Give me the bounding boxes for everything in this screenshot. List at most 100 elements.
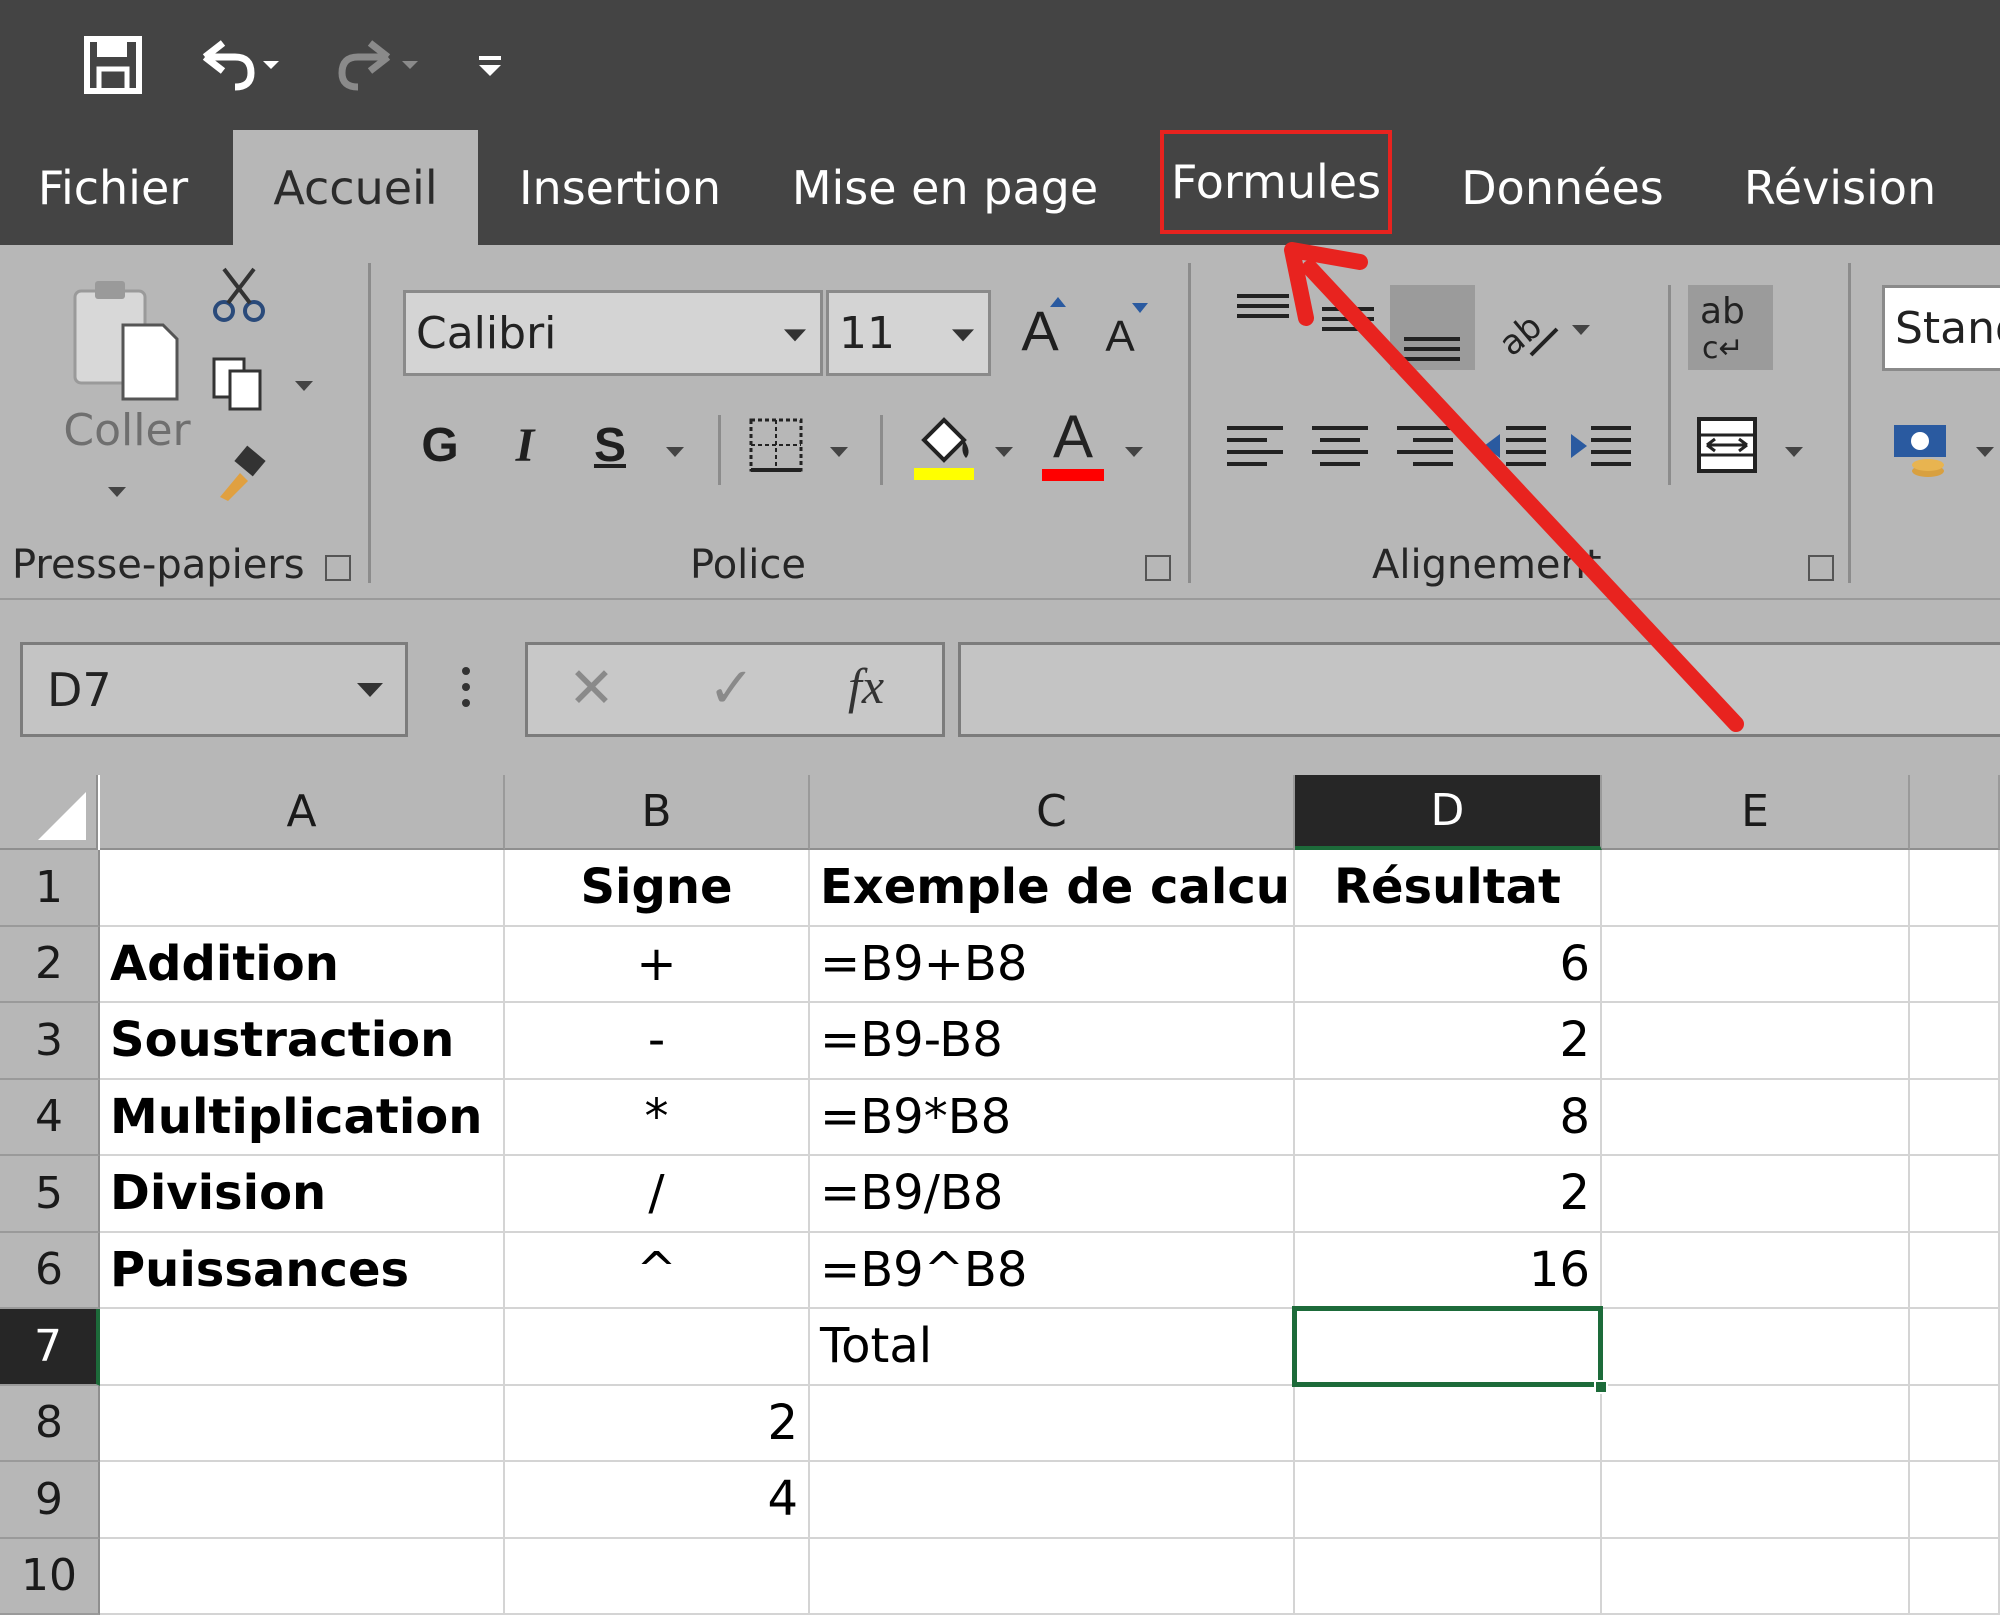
copy-icon[interactable] <box>208 355 268 415</box>
format-painter-icon[interactable] <box>212 445 272 505</box>
cell-f9[interactable] <box>1910 1462 2000 1539</box>
cell-c5[interactable]: =B9/B8 <box>810 1156 1295 1233</box>
cell-d1[interactable]: Résultat <box>1295 850 1602 927</box>
cell-b1[interactable]: Signe <box>505 850 810 927</box>
column-header-f[interactable] <box>1910 775 2000 850</box>
cell-a5[interactable]: Division <box>100 1156 505 1233</box>
cell-c4[interactable]: =B9*B8 <box>810 1080 1295 1157</box>
cell-f3[interactable] <box>1910 1003 2000 1080</box>
cell-e4[interactable] <box>1602 1080 1910 1157</box>
cell-e5[interactable] <box>1602 1156 1910 1233</box>
cell-f6[interactable] <box>1910 1233 2000 1310</box>
align-top-icon[interactable] <box>1235 290 1291 340</box>
alignment-launcher-icon[interactable] <box>1808 555 1834 581</box>
paste-button[interactable]: Coller <box>65 275 185 475</box>
column-header-d[interactable]: D <box>1295 775 1602 850</box>
cell-b3[interactable]: - <box>505 1003 810 1080</box>
cell-c3[interactable]: =B9-B8 <box>810 1003 1295 1080</box>
chevron-down-icon[interactable] <box>952 329 974 341</box>
row-header-9[interactable]: 9 <box>0 1462 100 1539</box>
cell-d3[interactable]: 2 <box>1295 1003 1602 1080</box>
name-box[interactable]: D7 <box>20 642 408 737</box>
cell-d8[interactable] <box>1295 1386 1602 1463</box>
tab-fichier[interactable]: Fichier <box>18 130 208 245</box>
select-all-button[interactable] <box>0 775 98 850</box>
cell-d2[interactable]: 6 <box>1295 927 1602 1004</box>
cell-a4[interactable]: Multiplication <box>100 1080 505 1157</box>
undo-icon[interactable] <box>188 30 288 100</box>
cell-d5[interactable]: 2 <box>1295 1156 1602 1233</box>
decrease-indent-icon[interactable] <box>1480 420 1550 475</box>
tab-formules[interactable]: Formules <box>1160 130 1392 234</box>
chevron-down-icon[interactable] <box>784 329 806 341</box>
cell-b10[interactable] <box>505 1539 810 1615</box>
cancel-icon[interactable]: ✕ <box>568 655 615 721</box>
save-icon[interactable] <box>78 30 148 100</box>
font-launcher-icon[interactable] <box>1145 555 1171 581</box>
underline-button[interactable]: S <box>580 410 640 480</box>
cell-f4[interactable] <box>1910 1080 2000 1157</box>
cell-c7[interactable]: Total <box>810 1309 1295 1386</box>
accounting-format-icon[interactable] <box>1890 415 1960 485</box>
number-format-combo[interactable]: Stand <box>1882 285 2000 371</box>
cell-e1[interactable] <box>1602 850 1910 927</box>
align-bottom-button[interactable] <box>1390 285 1475 370</box>
row-header-4[interactable]: 4 <box>0 1080 100 1157</box>
row-header-2[interactable]: 2 <box>0 927 100 1004</box>
cell-a1[interactable] <box>100 850 505 927</box>
cell-e6[interactable] <box>1602 1233 1910 1310</box>
more-icon[interactable] <box>460 665 472 715</box>
cell-f5[interactable] <box>1910 1156 2000 1233</box>
align-left-icon[interactable] <box>1225 420 1285 475</box>
italic-button[interactable]: I <box>495 410 555 480</box>
cell-c10[interactable] <box>810 1539 1295 1615</box>
cell-a10[interactable] <box>100 1539 505 1615</box>
paste-dropdown[interactable] <box>108 487 126 497</box>
orientation-icon[interactable]: ab <box>1495 293 1565 363</box>
column-header-b[interactable]: B <box>505 775 810 850</box>
cell-e3[interactable] <box>1602 1003 1910 1080</box>
tab-insertion[interactable]: Insertion <box>505 130 735 245</box>
borders-dropdown[interactable] <box>830 447 848 457</box>
cell-b9[interactable]: 4 <box>505 1462 810 1539</box>
wrap-text-button[interactable]: ab c↵ <box>1688 285 1773 370</box>
cell-d10[interactable] <box>1295 1539 1602 1615</box>
tab-accueil[interactable]: Accueil <box>233 130 478 245</box>
row-header-3[interactable]: 3 <box>0 1003 100 1080</box>
cell-d4[interactable]: 8 <box>1295 1080 1602 1157</box>
shrink-font-button[interactable]: A <box>1090 307 1150 367</box>
cell-b2[interactable]: + <box>505 927 810 1004</box>
align-middle-icon[interactable] <box>1320 295 1376 345</box>
cell-a7[interactable] <box>100 1309 505 1386</box>
borders-icon[interactable] <box>748 417 804 473</box>
cell-c6[interactable]: =B9^B8 <box>810 1233 1295 1310</box>
column-header-a[interactable]: A <box>100 775 505 850</box>
font-color-button[interactable]: A <box>1040 407 1106 483</box>
cell-b6[interactable]: ^ <box>505 1233 810 1310</box>
merge-center-icon[interactable] <box>1695 415 1760 475</box>
tab-donnees[interactable]: Données <box>1445 130 1680 245</box>
copy-dropdown[interactable] <box>295 381 313 391</box>
cell-a2[interactable]: Addition <box>100 927 505 1004</box>
accounting-dropdown[interactable] <box>1976 447 1994 457</box>
formula-input[interactable] <box>958 642 2000 737</box>
tab-revision[interactable]: Révision <box>1735 130 1945 245</box>
merge-dropdown[interactable] <box>1785 447 1803 457</box>
clipboard-launcher-icon[interactable] <box>325 555 351 581</box>
cell-a6[interactable]: Puissances <box>100 1233 505 1310</box>
fill-color-button[interactable] <box>910 410 978 482</box>
increase-indent-icon[interactable] <box>1565 420 1635 475</box>
cell-f2[interactable] <box>1910 927 2000 1004</box>
column-header-c[interactable]: C <box>810 775 1295 850</box>
cell-f8[interactable] <box>1910 1386 2000 1463</box>
customize-icon[interactable] <box>465 40 515 90</box>
enter-icon[interactable]: ✓ <box>708 655 755 721</box>
row-header-5[interactable]: 5 <box>0 1156 100 1233</box>
redo-icon[interactable] <box>325 30 425 100</box>
chevron-down-icon[interactable] <box>357 683 383 697</box>
bold-button[interactable]: G <box>410 410 470 480</box>
cell-e10[interactable] <box>1602 1539 1910 1615</box>
cut-icon[interactable] <box>210 265 270 325</box>
cell-a8[interactable] <box>100 1386 505 1463</box>
fill-handle[interactable] <box>1594 1380 1608 1394</box>
